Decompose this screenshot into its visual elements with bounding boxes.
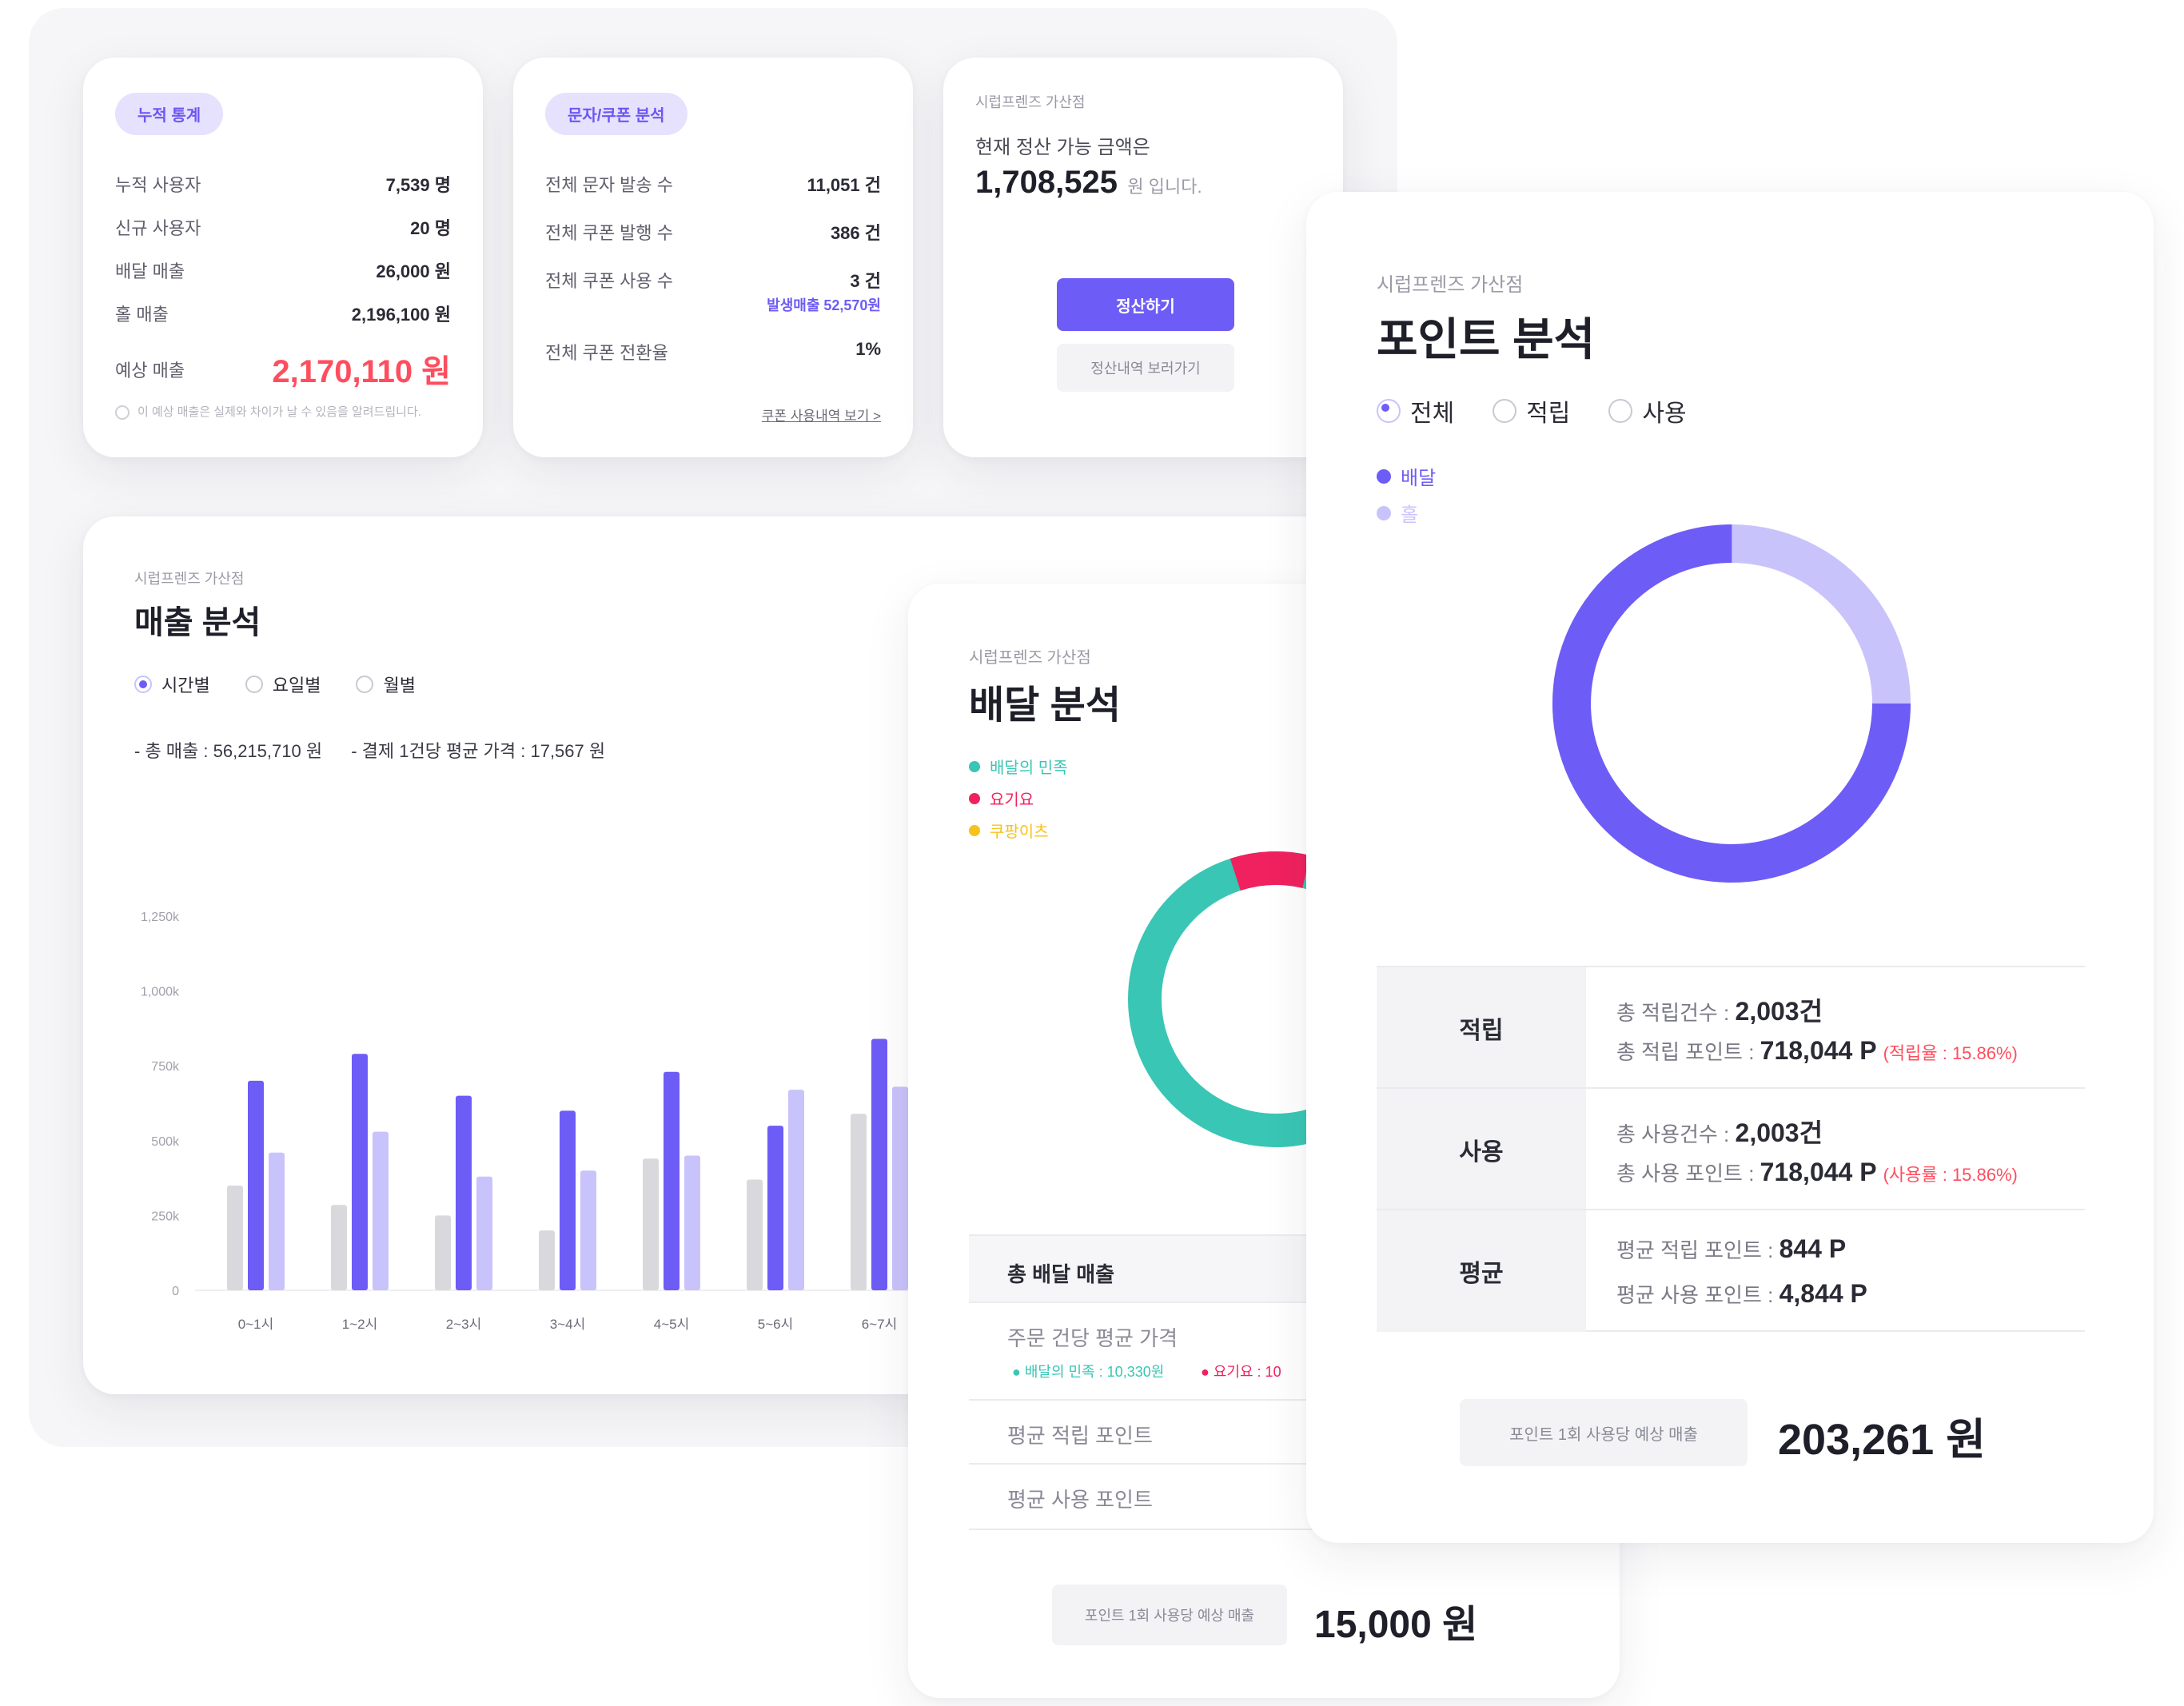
bar xyxy=(331,1205,347,1290)
store-name: 시럽프렌즈 가산점 xyxy=(975,94,1086,110)
store-name: 시럽프렌즈 가산점 xyxy=(134,571,245,587)
points-card: 시럽프렌즈 가산점 포인트 분석 전체 적립 사용 배달 홀 적립 총 적립건수… xyxy=(1306,192,2154,1543)
radio-dot xyxy=(1377,399,1401,423)
bar xyxy=(871,1038,887,1290)
x-tick-label: 1~2시 xyxy=(342,1317,377,1332)
points-row-average: 평균 평균 적립 포인트 : 844 P 평균 사용 포인트 : 4,844 P xyxy=(1377,1209,2085,1332)
bar xyxy=(352,1054,368,1290)
settle-amount: 1,708,525 xyxy=(975,165,1118,200)
bar xyxy=(788,1090,804,1290)
bar xyxy=(560,1110,576,1290)
x-tick-label: 0~1시 xyxy=(238,1317,273,1332)
delivery-footer-label: 포인트 1회 사용당 예상 매출 xyxy=(1052,1584,1287,1645)
avg-baemin: ● 배달의 민족 : 10,330원 xyxy=(1012,1364,1165,1380)
coupon-badge: 문자/쿠폰 분석 xyxy=(545,93,687,135)
bar xyxy=(851,1114,867,1290)
sales-period-radios: 시간별 요일별 월별 xyxy=(134,672,416,697)
info-icon xyxy=(115,405,130,421)
coupon-card: 문자/쿠폰 분석 전체 문자 발송 수 11,051 건 전체 쿠폰 발행 수 … xyxy=(513,58,913,457)
points-title: 포인트 분석 xyxy=(1377,314,1596,365)
bar xyxy=(456,1095,472,1290)
bar xyxy=(227,1185,243,1290)
legend-hall: 홀 xyxy=(1377,499,1418,527)
y-tick-label: 0 xyxy=(172,1285,179,1298)
radio-earn[interactable]: 적립 xyxy=(1493,393,1570,428)
sales-title: 매출 분석 xyxy=(134,605,261,640)
bar xyxy=(684,1155,700,1290)
bar xyxy=(373,1131,389,1290)
y-tick-label: 1,000k xyxy=(141,986,180,999)
radio-dot xyxy=(1608,399,1633,423)
bar xyxy=(580,1170,596,1290)
y-tick-label: 750k xyxy=(151,1060,180,1074)
legend-dot xyxy=(969,824,980,836)
stats-badge: 누적 통계 xyxy=(115,93,224,135)
x-tick-label: 3~4시 xyxy=(550,1317,585,1332)
radio-dot xyxy=(356,676,374,693)
stats-card: 누적 통계 누적 사용자 7,539 명 신규 사용자 20 명 배달 매출 2… xyxy=(83,58,483,457)
y-tick-label: 1,250k xyxy=(141,911,180,924)
legend-delivery: 배달 xyxy=(1377,462,1436,490)
bar xyxy=(892,1086,908,1290)
x-tick-label: 2~3시 xyxy=(446,1317,481,1332)
points-row-use: 사용 총 사용건수 : 2,003건 총 사용 포인트 : 718,044 P(… xyxy=(1377,1087,2085,1210)
points-row-earn: 적립 총 적립건수 : 2,003건 총 적립 포인트 : 718,044 P(… xyxy=(1377,966,2085,1089)
expected-sales-row: 예상 매출 2,170,110 원 xyxy=(115,345,451,389)
points-table: 적립 총 적립건수 : 2,003건 총 적립 포인트 : 718,044 P(… xyxy=(1377,966,2085,1332)
legend-coupang: 쿠팡이츠 xyxy=(969,819,1049,842)
store-name: 시럽프렌즈 가산점 xyxy=(1377,274,1524,296)
settlement-card: 시럽프렌즈 가산점 현재 정산 가능 금액은 1,708,525 원 입니다. … xyxy=(943,58,1343,457)
bar xyxy=(269,1152,285,1290)
delivery-title: 배달 분석 xyxy=(969,684,1121,727)
y-tick-label: 500k xyxy=(151,1135,180,1149)
radio-all[interactable]: 전체 xyxy=(1377,393,1454,428)
points-footer-value: 203,261 원 xyxy=(1778,1416,1986,1464)
sales-total: - 총 매출 : 56,215,710 원 xyxy=(134,741,323,761)
y-tick-label: 250k xyxy=(151,1210,180,1223)
settle-history-button[interactable]: 정산내역 보러가기 xyxy=(1057,344,1234,392)
bar xyxy=(664,1071,680,1290)
radio-dot xyxy=(1493,399,1517,423)
legend-dot xyxy=(1377,468,1391,484)
x-tick-label: 6~7시 xyxy=(862,1317,897,1332)
legend-dot xyxy=(969,792,980,804)
legend-dot xyxy=(1377,505,1391,520)
points-donut-chart xyxy=(1552,524,1911,883)
store-name: 시럽프렌즈 가산점 xyxy=(969,649,1091,667)
settle-prompt: 현재 정산 가능 금액은 xyxy=(975,137,1150,158)
sales-bar-chart: 0 250k 500k 750k 1,000k 1,250k 0~1시 1~2시 2~3시 3~4… xyxy=(141,911,931,1332)
radio-dot xyxy=(245,676,263,693)
bar xyxy=(476,1176,492,1290)
legend-dot xyxy=(969,760,980,772)
radio-monthly[interactable]: 월별 xyxy=(356,672,416,697)
points-filter-radios: 전체 적립 사용 xyxy=(1377,393,1687,428)
expected-sales-value: 2,170,110 원 xyxy=(272,354,451,389)
points-footer-label: 포인트 1회 사용당 예상 매출 xyxy=(1460,1399,1748,1466)
bar xyxy=(767,1126,783,1290)
legend-yogiyo: 요기요 xyxy=(969,787,1034,810)
bar xyxy=(643,1158,659,1290)
settle-suffix: 원 입니다. xyxy=(1127,177,1202,197)
x-tick-label: 4~5시 xyxy=(654,1317,689,1332)
avg-yogiyo: ● 요기요 : 10 xyxy=(1201,1364,1281,1380)
sales-avg: - 결제 1건당 평균 가격 : 17,567 원 xyxy=(351,741,606,761)
stats-note: 이 예상 매출은 실제와 차이가 날 수 있음을 알려드립니다. xyxy=(115,403,459,421)
settle-button[interactable]: 정산하기 xyxy=(1057,278,1234,331)
bar xyxy=(435,1215,451,1290)
bar xyxy=(539,1230,555,1290)
bar xyxy=(248,1080,264,1290)
coupon-history-link[interactable]: 쿠폰 사용내역 보기 > xyxy=(762,405,881,425)
coupon-revenue: 발생매출 52,570원 xyxy=(767,297,881,313)
radio-hourly[interactable]: 시간별 xyxy=(134,672,210,697)
delivery-footer-value: 15,000 원 xyxy=(1314,1604,1478,1646)
radio-daily[interactable]: 요일별 xyxy=(245,672,321,697)
radio-use[interactable]: 사용 xyxy=(1608,393,1687,428)
radio-dot xyxy=(134,676,152,693)
x-tick-label: 5~6시 xyxy=(758,1317,793,1332)
legend-baemin: 배달의 민족 xyxy=(969,755,1068,778)
bar xyxy=(747,1179,763,1290)
